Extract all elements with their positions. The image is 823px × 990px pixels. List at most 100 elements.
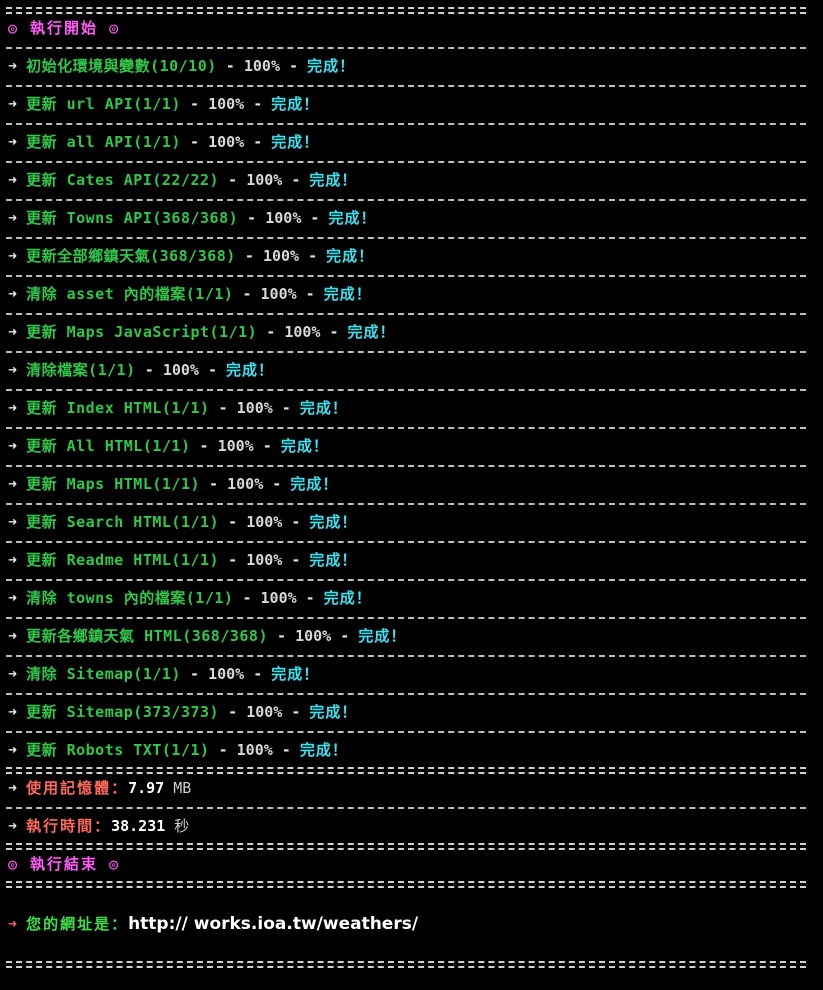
time-stat: ➜ 執行時間：38.231 秒	[6, 817, 806, 836]
task-done: 完成！	[290, 475, 339, 493]
task-dash: -	[299, 247, 327, 265]
task-dash: -	[219, 171, 247, 189]
double-separator	[6, 0, 806, 19]
task-label: 更新各鄉鎮天氣 HTML(368/368)	[26, 627, 268, 645]
double-separator	[6, 954, 806, 973]
double-separator	[6, 836, 806, 855]
arrow-icon: ➜	[8, 741, 18, 759]
separator	[6, 418, 806, 437]
task-dash: -	[200, 475, 228, 493]
task-dash: -	[135, 361, 163, 379]
task-label: 更新 Maps HTML(1/1)	[26, 475, 201, 493]
task-row: ➜ 更新各鄉鎮天氣 HTML(368/368) - 100% - 完成！	[6, 627, 806, 646]
arrow-icon: ➜	[8, 95, 18, 113]
task-label: 更新 Maps JavaScript(1/1)	[26, 323, 258, 341]
end-title-text: ◎ 執行結束 ◎	[8, 855, 121, 873]
task-row: ➜ 更新 Maps JavaScript(1/1) - 100% - 完成！	[6, 323, 806, 342]
arrow-icon: ➜	[8, 209, 18, 227]
task-dash: -	[280, 57, 308, 75]
task-label: 清除 Sitemap(1/1)	[26, 665, 181, 683]
time-label: 執行時間：	[26, 817, 112, 835]
task-progress: 100%	[246, 703, 283, 721]
task-dash: -	[282, 703, 310, 721]
time-unit: 秒	[174, 817, 190, 835]
memory-stat: ➜ 使用記憶體：7.97 MB	[6, 779, 806, 798]
task-label: 更新 Towns API(368/368)	[26, 209, 239, 227]
task-dash: -	[268, 627, 296, 645]
task-dash: -	[180, 665, 209, 683]
task-dash: -	[272, 399, 300, 417]
task-done: 完成！	[309, 171, 358, 189]
task-progress: 100%	[246, 551, 283, 569]
separator	[6, 684, 806, 703]
task-dash: -	[244, 665, 272, 683]
arrow-icon: ➜	[8, 627, 18, 645]
separator	[6, 190, 806, 209]
task-done: 完成！	[299, 741, 348, 759]
task-done: 完成！	[323, 285, 372, 303]
result-url[interactable]: http:// works.ioa.tw/weathers/	[128, 914, 418, 934]
task-row: ➜ 更新 Sitemap(373/373) - 100% - 完成！	[6, 703, 806, 722]
task-dash: -	[253, 437, 281, 455]
separator	[6, 266, 806, 285]
separator	[6, 76, 806, 95]
task-row: ➜ 清除 asset 內的檔案(1/1) - 100% - 完成！	[6, 285, 806, 304]
start-title: ◎ 執行開始 ◎	[6, 19, 806, 38]
task-row: ➜ 清除檔案(1/1) - 100% - 完成！	[6, 361, 806, 380]
arrow-icon: ➜	[8, 475, 18, 493]
task-label: 清除檔案(1/1)	[26, 361, 136, 379]
task-progress: 100%	[265, 209, 302, 227]
arrow-icon: ➜	[8, 589, 18, 607]
task-row: ➜ 更新 Robots TXT(1/1) - 100% - 完成！	[6, 741, 806, 760]
separator	[6, 342, 806, 361]
task-progress: 100%	[236, 399, 273, 417]
task-progress: 100%	[236, 741, 273, 759]
task-done: 完成！	[280, 437, 329, 455]
task-done: 完成！	[347, 323, 396, 341]
task-dash: -	[235, 247, 263, 265]
task-row: ➜ 更新 Readme HTML(1/1) - 100% - 完成！	[6, 551, 806, 570]
task-progress: 100%	[208, 665, 245, 683]
task-row: ➜ 更新 All HTML(1/1) - 100% - 完成！	[6, 437, 806, 456]
task-done: 完成！	[271, 665, 320, 683]
task-progress: 100%	[295, 627, 332, 645]
task-label: 清除 asset 內的檔案(1/1)	[26, 285, 234, 303]
arrow-icon: ➜	[8, 437, 18, 455]
separator	[6, 608, 806, 627]
separator	[6, 304, 806, 323]
task-row: ➜ 更新全部鄉鎮天氣(368/368) - 100% - 完成！	[6, 247, 806, 266]
task-row: ➜ 更新 all API(1/1) - 100% - 完成！	[6, 133, 806, 152]
arrow-icon: ➜	[8, 247, 18, 265]
task-dash: -	[180, 95, 209, 113]
task-done: 完成！	[299, 399, 348, 417]
task-dash: -	[257, 323, 285, 341]
memory-label: 使用記憶體：	[26, 779, 129, 797]
task-dash: -	[331, 627, 359, 645]
task-row: ➜ 更新 Search HTML(1/1) - 100% - 完成！	[6, 513, 806, 532]
task-dash: -	[282, 513, 310, 531]
task-done: 完成！	[328, 209, 377, 227]
task-dash: -	[233, 589, 261, 607]
task-dash: -	[209, 741, 237, 759]
task-progress: 100%	[260, 589, 297, 607]
arrow-icon: ➜	[8, 133, 18, 151]
separator	[6, 38, 806, 57]
task-dash: -	[190, 437, 218, 455]
separator	[6, 646, 806, 665]
task-row: ➜ 更新 Towns API(368/368) - 100% - 完成！	[6, 209, 806, 228]
task-dash: -	[296, 589, 324, 607]
task-done: 完成！	[358, 627, 407, 645]
arrow-icon: ➜	[8, 171, 18, 189]
task-label: 更新 Readme HTML(1/1)	[26, 551, 220, 569]
task-dash: -	[282, 551, 310, 569]
double-separator	[6, 760, 806, 779]
url-line: ➜ 您的網址是：http:// works.ioa.tw/weathers/	[6, 915, 806, 934]
task-row: ➜ 清除 Sitemap(1/1) - 100% - 完成！	[6, 665, 806, 684]
time-value: 38.231	[111, 817, 166, 835]
task-done: 完成！	[323, 589, 372, 607]
double-separator	[6, 874, 806, 893]
task-progress: 100%	[284, 323, 321, 341]
task-label: 更新 all API(1/1)	[26, 133, 181, 151]
